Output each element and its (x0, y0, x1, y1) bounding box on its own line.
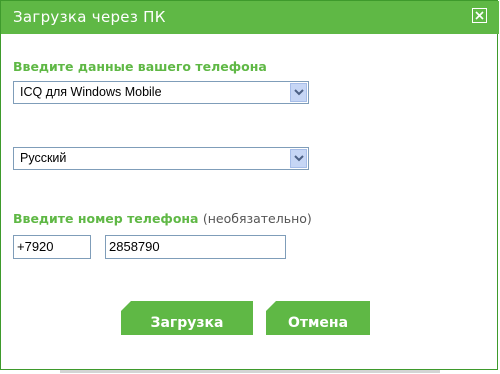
phone-number-label-text: Введите номер телефона (13, 211, 199, 226)
device-select[interactable]: ICQ для Windows Mobile (13, 81, 309, 104)
country-code-input[interactable]: +7920 (13, 235, 91, 259)
dialog-title: Загрузка через ПК (13, 8, 166, 26)
phone-data-label: Введите данные вашего телефона (13, 59, 267, 74)
device-select-value: ICQ для Windows Mobile (20, 85, 162, 99)
language-select-value: Русский (20, 151, 67, 165)
download-dialog: Загрузка через ПК Введите данные вашего … (0, 0, 499, 370)
language-select[interactable]: Русский (13, 147, 309, 170)
phone-number-value: 2858790 (109, 239, 160, 254)
close-icon (475, 11, 484, 20)
optional-note: (необязательно) (202, 211, 312, 226)
phone-number-input[interactable]: 2858790 (105, 235, 286, 259)
chevron-down-icon (294, 89, 304, 96)
language-select-arrow[interactable] (290, 149, 307, 168)
download-button[interactable]: Загрузка (121, 301, 253, 335)
country-code-value: +7920 (17, 239, 54, 254)
device-select-arrow[interactable] (290, 83, 307, 102)
close-button[interactable] (472, 8, 487, 23)
chevron-down-icon (294, 155, 304, 162)
cancel-button[interactable]: Отмена (266, 301, 370, 335)
title-bar: Загрузка через ПК (1, 1, 499, 34)
dialog-shadow (60, 370, 440, 373)
phone-number-label: Введите номер телефона (необязательно) (13, 211, 312, 226)
